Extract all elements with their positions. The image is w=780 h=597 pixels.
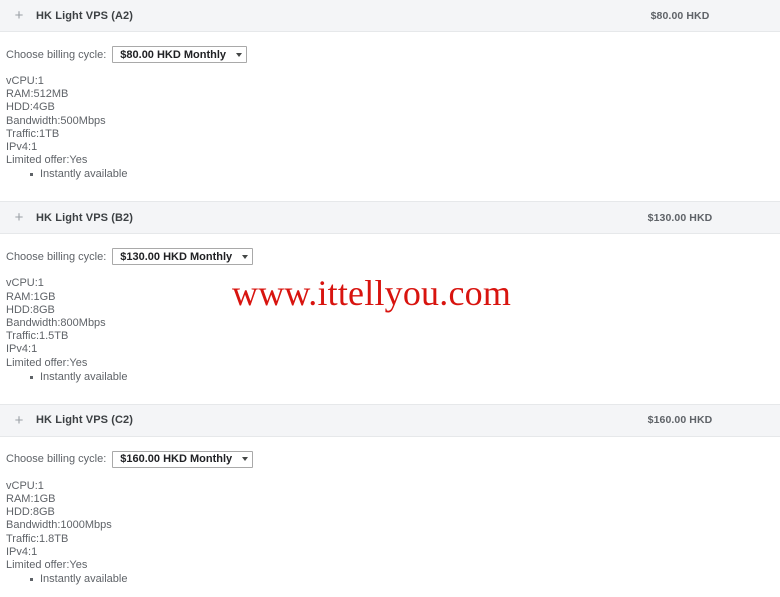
product-group-b2: + HK Light VPS (B2) $130.00 HKD Choose b… bbox=[0, 201, 780, 404]
product-header-b2[interactable]: + HK Light VPS (B2) $130.00 HKD bbox=[0, 201, 780, 235]
feature-list: Instantly available bbox=[6, 572, 780, 586]
spec-item: RAM:1GB bbox=[6, 290, 56, 303]
spec-item: Bandwidth:1000Mbps bbox=[6, 519, 112, 532]
billing-cycle-label: Choose billing cycle: bbox=[6, 48, 107, 61]
spec-item: HDD:8GB bbox=[6, 506, 55, 519]
billing-cycle-label: Choose billing cycle: bbox=[6, 250, 107, 263]
billing-cycle-value: $160.00 HKD Monthly bbox=[120, 453, 233, 466]
spec-item: vCPU:1 bbox=[6, 75, 44, 87]
spec-item: RAM:512MB bbox=[6, 88, 69, 101]
spec-item: HDD:4GB bbox=[6, 101, 55, 114]
feature-list: Instantly available bbox=[6, 370, 780, 384]
spec-list: vCPU:1 RAM:1GB HDD:8GB Bandwidth:1000Mbp… bbox=[6, 480, 780, 572]
product-title: HK Light VPS (B2) bbox=[36, 211, 134, 224]
spec-item: Bandwidth:800Mbps bbox=[6, 317, 106, 330]
plus-icon[interactable]: + bbox=[6, 210, 32, 225]
billing-row: Choose billing cycle: $160.00 HKD Monthl… bbox=[6, 450, 780, 468]
product-body-c2: Choose billing cycle: $160.00 HKD Monthl… bbox=[0, 436, 780, 593]
billing-cycle-select[interactable]: $160.00 HKD Monthly bbox=[112, 450, 254, 468]
spec-item: RAM:1GB bbox=[6, 493, 56, 506]
billing-cycle-label: Choose billing cycle: bbox=[6, 453, 107, 466]
product-title: HK Light VPS (C2) bbox=[36, 414, 134, 427]
product-price: $80.00 HKD bbox=[650, 9, 710, 22]
product-body-b2: Choose billing cycle: $130.00 HKD Monthl… bbox=[0, 234, 780, 404]
spec-item: IPv4:1 bbox=[6, 141, 38, 154]
chevron-down-icon bbox=[236, 52, 243, 57]
spec-item: Traffic:1.5TB bbox=[6, 330, 69, 343]
billing-cycle-select[interactable]: $80.00 HKD Monthly bbox=[112, 46, 248, 63]
list-item: Instantly available bbox=[30, 167, 780, 181]
product-price: $160.00 HKD bbox=[647, 414, 713, 427]
billing-row: Choose billing cycle: $80.00 HKD Monthly bbox=[6, 46, 780, 63]
spec-item: IPv4:1 bbox=[6, 343, 38, 356]
spec-item: HDD:8GB bbox=[6, 303, 55, 316]
plus-icon[interactable]: + bbox=[6, 8, 32, 23]
product-header-c2[interactable]: + HK Light VPS (C2) $160.00 HKD bbox=[0, 403, 780, 437]
product-body-a2: Choose billing cycle: $80.00 HKD Monthly… bbox=[0, 32, 780, 202]
spec-item: IPv4:1 bbox=[6, 545, 38, 558]
spec-list: vCPU:1 RAM:1GB HDD:8GB Bandwidth:800Mbps… bbox=[6, 277, 780, 369]
billing-cycle-select[interactable]: $130.00 HKD Monthly bbox=[112, 248, 254, 266]
billing-cycle-value: $130.00 HKD Monthly bbox=[120, 250, 233, 263]
list-item: Instantly available bbox=[30, 572, 780, 586]
chevron-down-icon bbox=[242, 254, 249, 259]
product-group-c2: + HK Light VPS (C2) $160.00 HKD Choose b… bbox=[0, 403, 780, 593]
plus-icon[interactable]: + bbox=[6, 413, 32, 428]
spec-item: Traffic:1TB bbox=[6, 127, 60, 140]
vps-plan-list: + HK Light VPS (A2) $80.00 HKD Choose bi… bbox=[0, 0, 780, 597]
list-item: Instantly available bbox=[30, 370, 780, 384]
spec-list: vCPU:1 RAM:512MB HDD:4GB Bandwidth:500Mb… bbox=[6, 75, 780, 167]
spec-item: Bandwidth:500Mbps bbox=[6, 114, 106, 127]
chevron-down-icon bbox=[242, 457, 249, 462]
product-group-a2: + HK Light VPS (A2) $80.00 HKD Choose bi… bbox=[0, 0, 780, 202]
billing-row: Choose billing cycle: $130.00 HKD Monthl… bbox=[6, 248, 780, 266]
spec-item: Limited offer:Yes bbox=[6, 356, 88, 369]
spec-item: vCPU:1 bbox=[6, 479, 44, 492]
product-header-a2[interactable]: + HK Light VPS (A2) $80.00 HKD bbox=[0, 0, 780, 32]
product-title: HK Light VPS (A2) bbox=[36, 9, 134, 22]
product-price: $130.00 HKD bbox=[647, 211, 713, 224]
feature-list: Instantly available bbox=[6, 167, 780, 181]
billing-cycle-value: $80.00 HKD Monthly bbox=[120, 48, 227, 61]
spec-item: Limited offer:Yes bbox=[6, 559, 88, 572]
spec-item: Limited offer:Yes bbox=[6, 154, 88, 167]
spec-item: Traffic:1.8TB bbox=[6, 532, 69, 545]
spec-item: vCPU:1 bbox=[6, 277, 44, 290]
